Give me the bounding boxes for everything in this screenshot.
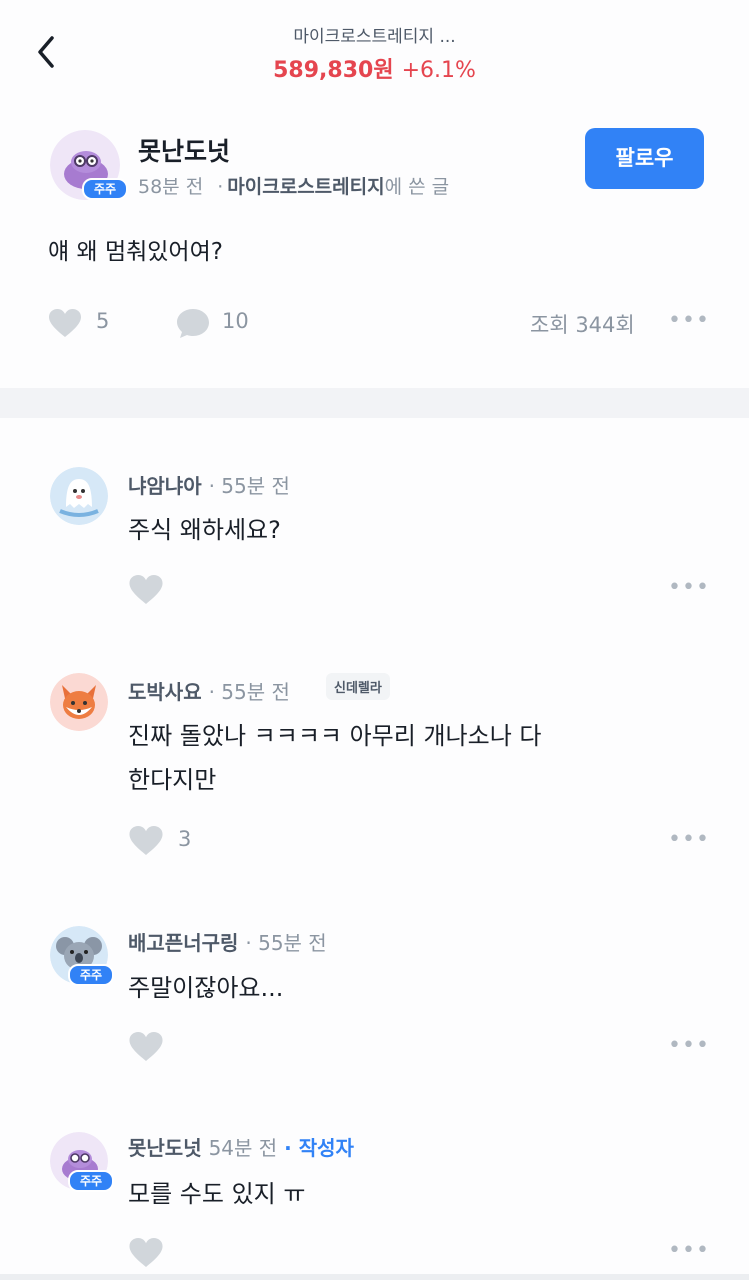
comment-time: · 55분 전 — [245, 931, 327, 955]
heart-icon — [49, 309, 81, 337]
comment-avatar[interactable]: 주주 — [50, 926, 114, 986]
comment-more-icon[interactable]: ••• — [668, 1238, 710, 1263]
comment-text-line-1: 진짜 돌았나 ㅋㅋㅋㅋ 아무리 개나소나 다 — [128, 722, 542, 750]
comment-author: 냐암냐아 · 55분 전 — [128, 470, 290, 499]
follow-button[interactable]: 팔로우 — [585, 128, 704, 189]
top-bar: 마이크로스트레티지 ... 589,830원 +6.1% — [0, 0, 749, 100]
post-more-icon[interactable]: ••• — [668, 308, 710, 333]
stock-title[interactable]: 마이크로스트레티지 ... — [0, 22, 749, 47]
post-like-button[interactable]: 5 — [48, 306, 128, 340]
comment-author: 못난도넛 54분 전 · 작성자 — [128, 1132, 354, 1161]
comment-more-icon[interactable]: ••• — [668, 827, 710, 852]
post-like-count: 5 — [96, 309, 110, 333]
post-body: 얘 왜 멈춰있어여? — [48, 239, 223, 265]
post-suffix: 에 쓴 글 — [384, 176, 450, 198]
price-value: 589,830원 — [273, 58, 394, 83]
comment-text: 주식 왜하세요? — [128, 516, 281, 544]
bottom-edge — [0, 1274, 749, 1280]
shareholder-badge: 주주 — [68, 964, 114, 986]
comment-author-name[interactable]: 배고픈너구링 — [128, 931, 238, 955]
post-author-name[interactable]: 못난도넛 — [138, 132, 230, 168]
comment-time: · 55분 전 — [208, 474, 290, 498]
comment-time: · 55분 전 — [208, 680, 290, 704]
comment-author: 배고픈너구링 · 55분 전 — [128, 927, 327, 956]
ghost-character-icon — [50, 467, 108, 525]
comment-text: 모를 수도 있지 ㅠ — [128, 1180, 306, 1208]
post-view-count: 조회 344회 — [530, 313, 635, 337]
post-comment-button[interactable]: 10 — [176, 306, 266, 340]
shareholder-badge: 주주 — [82, 178, 128, 200]
stock-price: 589,830원 +6.1% — [0, 52, 749, 84]
comment-author-name[interactable]: 도박사요 — [128, 680, 202, 704]
meta-separator: · — [217, 176, 224, 198]
comment-more-icon[interactable]: ••• — [668, 1033, 710, 1058]
comment-text-line-2: 한다지만 — [128, 766, 217, 794]
user-level-tag: 신데렐라 — [326, 673, 390, 700]
comment-like-button[interactable]: 3 — [128, 825, 208, 859]
section-divider — [0, 388, 749, 418]
comment-time: 54분 전 — [208, 1136, 278, 1160]
fox-character-icon — [50, 673, 108, 731]
speech-bubble-icon — [177, 309, 209, 338]
author-tag: · 작성자 — [284, 1136, 354, 1160]
comment-avatar[interactable]: 주주 — [50, 1132, 114, 1192]
heart-icon[interactable] — [128, 574, 164, 605]
heart-icon[interactable] — [128, 1237, 164, 1268]
comment-avatar[interactable] — [50, 673, 108, 731]
comment-avatar[interactable] — [50, 467, 108, 525]
comment-more-icon[interactable]: ••• — [668, 575, 710, 600]
comment-like-count: 3 — [178, 827, 192, 851]
comment-text: 주말이잖아요... — [128, 974, 284, 1002]
post-author-avatar[interactable]: 주주 — [50, 130, 128, 200]
post-comment-count: 10 — [222, 309, 249, 333]
price-change: +6.1% — [401, 58, 476, 83]
post-stock-link[interactable]: 마이크로스트레티지 — [227, 176, 384, 198]
post-meta: 58분 전 · 마이크로스트레티지에 쓴 글 — [138, 172, 449, 199]
heart-icon — [129, 826, 163, 855]
comment-author-name[interactable]: 냐암냐아 — [128, 474, 202, 498]
post-time: 58분 전 — [138, 176, 204, 198]
shareholder-badge: 주주 — [68, 1170, 114, 1192]
comment-author-name[interactable]: 못난도넛 — [128, 1136, 202, 1160]
heart-icon[interactable] — [128, 1031, 164, 1062]
comment-author: 도박사요 · 55분 전 — [128, 676, 290, 705]
